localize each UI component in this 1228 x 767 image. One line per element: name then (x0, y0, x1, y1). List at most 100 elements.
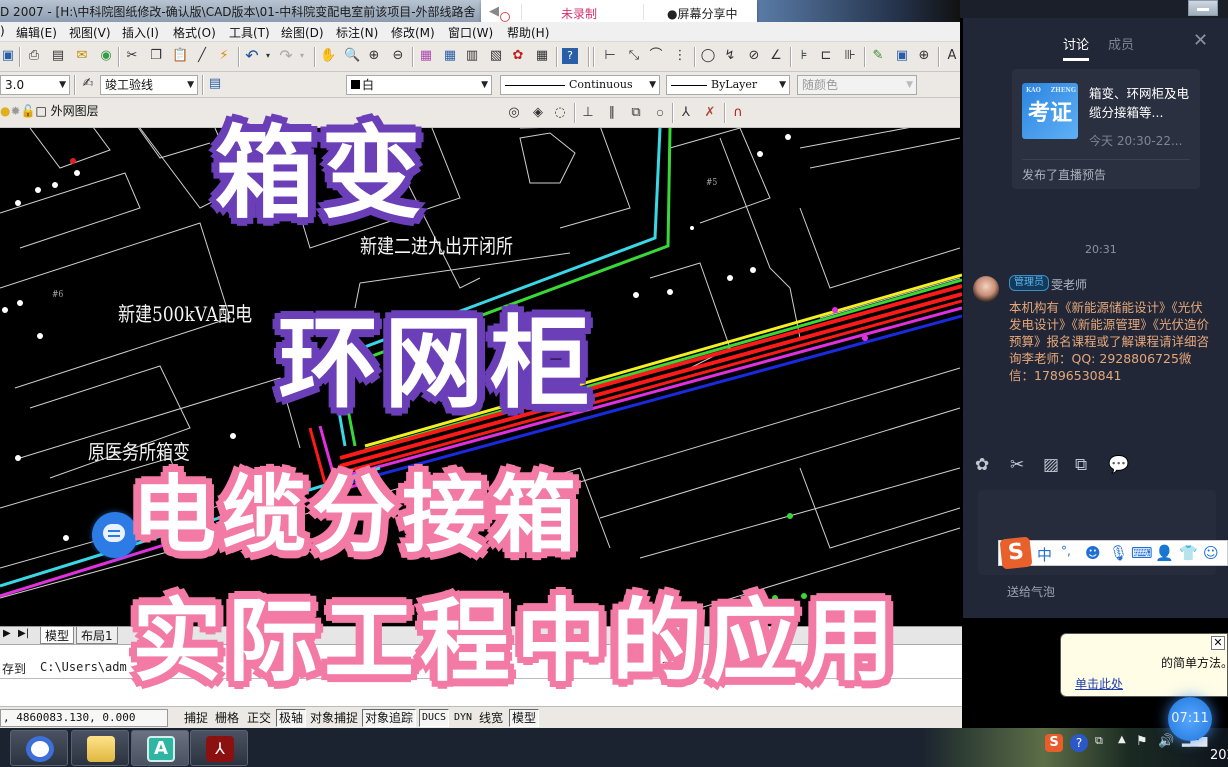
linear-dimension-icon[interactable]: ⊢ (602, 48, 618, 64)
gift-bubble-label[interactable]: 送给气泡 (1007, 583, 1055, 600)
image-icon[interactable]: ▨ (1043, 455, 1059, 475)
tray-expand-icon[interactable]: ▲ (1118, 734, 1126, 745)
flower-icon[interactable]: ✿ (975, 455, 989, 475)
tray-window-icon[interactable]: ⧉ (1095, 734, 1103, 748)
taskbar-autocad[interactable]: A (131, 730, 189, 766)
properties-icon[interactable]: ▦ (418, 48, 434, 64)
linetype-select[interactable]: Continuous ▼ (500, 75, 660, 95)
screen-share-icon[interactable]: ⧉ (1075, 455, 1087, 475)
lineweight-toggle[interactable]: 线宽 (476, 709, 506, 727)
tolerance-icon[interactable]: ▣ (894, 48, 910, 64)
snap-node-icon[interactable]: ○ (652, 105, 668, 121)
snap-parallel-icon[interactable]: ∥ (604, 105, 620, 121)
taskbar-acrobat[interactable]: ⅄ (190, 730, 248, 766)
live-notice-card[interactable]: KAO ZHENG 考证 箱变、环网柜及电缆分接箱等... 今天 20:30-2… (1012, 69, 1200, 189)
taskbar-file-explorer[interactable] (71, 730, 129, 766)
tray-help-icon[interactable]: ? (1070, 734, 1088, 752)
snap-nearest-icon[interactable]: ⅄ (678, 105, 694, 121)
undo-dropdown-icon[interactable]: ▾ (260, 48, 276, 64)
tray-sogou-icon[interactable]: S (1045, 734, 1063, 752)
chat-bubble-icon[interactable]: 💬 (1108, 455, 1129, 475)
share-status[interactable]: ●屏幕分享中 (667, 5, 737, 22)
menu-tools[interactable]: 工具(T) (229, 24, 270, 41)
user-icon[interactable]: 👤 (1155, 544, 1174, 562)
menu-edit[interactable]: 编辑(E) (16, 24, 57, 41)
tray-flag-icon[interactable]: ⚑ (1136, 734, 1148, 749)
ime-punct-button[interactable]: °, (1061, 544, 1071, 558)
print-icon[interactable]: ⎙ (26, 48, 42, 64)
tab-layout1[interactable]: 布局1 (76, 627, 118, 644)
continue-dimension-icon[interactable]: ⊪ (842, 48, 858, 64)
zoom-window-icon[interactable]: ⊕ (366, 48, 382, 64)
ortho-toggle[interactable]: 正交 (244, 709, 274, 727)
close-icon[interactable]: ✕ (1211, 636, 1225, 650)
taskbar-qq-browser[interactable] (10, 730, 68, 766)
tab-nav-last-icon[interactable]: ▶| (18, 628, 29, 639)
robot-icon[interactable]: ☺ (1203, 544, 1219, 562)
balloon-link[interactable]: 单击此处 (1075, 675, 1123, 692)
ducs-toggle[interactable]: DUCS (419, 709, 450, 727)
menu-draw[interactable]: 绘图(D) (281, 24, 324, 41)
tab-discussion[interactable]: 讨论 (1063, 34, 1090, 61)
elapsed-timer[interactable]: 07:11 (1168, 697, 1212, 741)
model-toggle[interactable]: 模型 (509, 709, 540, 727)
record-status[interactable]: 未录制 (561, 5, 597, 22)
menu-view[interactable]: 视图(V) (69, 24, 111, 41)
osnap-settings-icon[interactable]: ∩ (730, 105, 746, 121)
tab-nav-next-icon[interactable]: ▶ (3, 628, 11, 639)
paste-icon[interactable]: 📋 (172, 48, 188, 64)
diameter-dimension-icon[interactable]: ⊘ (746, 48, 762, 64)
undo-icon[interactable]: ↶ (244, 48, 260, 64)
dyn-toggle[interactable]: DYN (451, 709, 475, 727)
publish-icon[interactable]: ✉ (74, 48, 90, 64)
angular-dimension-icon[interactable]: ∠ (768, 48, 784, 64)
taskbar-clock[interactable]: 202 (1210, 748, 1228, 763)
ordinate-dimension-icon[interactable]: ⋮ (672, 48, 688, 64)
radius-dimension-icon[interactable]: ◯ (700, 48, 716, 64)
markup-icon[interactable]: ✿ (510, 48, 526, 64)
copy-icon[interactable]: ❐ (148, 48, 164, 64)
ime-mode-button[interactable]: 中 (1037, 544, 1052, 565)
zoom-previous-icon[interactable]: ⊖ (390, 48, 406, 64)
aligned-dimension-icon[interactable]: ⤡ (626, 48, 642, 64)
cut-icon[interactable]: ✂ (124, 48, 140, 64)
menu-help[interactable]: 帮助(H) (507, 24, 549, 41)
osnap-toggle[interactable]: 对象捕捉 (307, 709, 361, 727)
grid-toggle[interactable]: 栅格 (212, 709, 242, 727)
match-properties-icon[interactable]: ╱ (194, 48, 210, 64)
table-style-icon[interactable]: ▤ (207, 76, 223, 92)
dim-scale-select[interactable]: 3.0 ▼ (0, 75, 70, 95)
lineweight-select[interactable]: ByLayer ▼ (666, 75, 790, 95)
snap-quadrant-icon[interactable]: ◈ (530, 105, 546, 121)
snap-toggle[interactable]: 捕捉 (181, 709, 211, 727)
calculator-icon[interactable]: ▦ (534, 48, 550, 64)
scissors-icon[interactable]: ✂ (1010, 455, 1024, 475)
minimize-button[interactable] (1188, 0, 1218, 16)
snap-none-icon[interactable]: ✗ (702, 105, 718, 121)
arc-length-icon[interactable]: ⌒ (648, 48, 664, 64)
snap-tangent-icon[interactable]: ◌ (552, 105, 568, 121)
block-editor-icon[interactable]: ⚡ (216, 48, 232, 64)
tab-model[interactable]: 模型 (40, 627, 75, 644)
quick-leader-icon[interactable]: ✎ (870, 48, 886, 64)
jogged-dimension-icon[interactable]: ↯ (722, 48, 738, 64)
menu-dimension[interactable]: 标注(N) (336, 24, 378, 41)
avatar[interactable] (973, 276, 999, 302)
skin-icon[interactable]: 👕 (1179, 544, 1198, 562)
keyboard-icon[interactable]: ⌨ (1131, 544, 1153, 562)
design-center-icon[interactable]: ▦ (442, 48, 458, 64)
center-mark-icon[interactable]: ⊕ (916, 48, 932, 64)
baseline-dimension-icon[interactable]: ⊏ (818, 48, 834, 64)
redo-dropdown-icon[interactable]: ▾ (294, 48, 310, 64)
dimension-style-icon[interactable]: ✍ (80, 76, 96, 92)
mic-icon[interactable]: 🎙 (1109, 544, 1128, 562)
sogou-logo-icon[interactable]: S (999, 536, 1033, 570)
snap-insert-icon[interactable]: ⧉ (628, 105, 644, 121)
dimension-style-select[interactable]: 竣工验线 ▼ (100, 75, 198, 95)
layer-select[interactable]: ●✹🔓□ 外网图层 (0, 102, 99, 119)
polar-toggle[interactable]: 极轴 (276, 709, 307, 727)
snap-perpendicular-icon[interactable]: ⊥ (580, 105, 596, 121)
tab-members[interactable]: 成员 (1108, 34, 1134, 53)
sheetset-icon[interactable]: ▧ (488, 48, 504, 64)
tray-volume-icon[interactable]: 🔊 (1158, 734, 1174, 749)
